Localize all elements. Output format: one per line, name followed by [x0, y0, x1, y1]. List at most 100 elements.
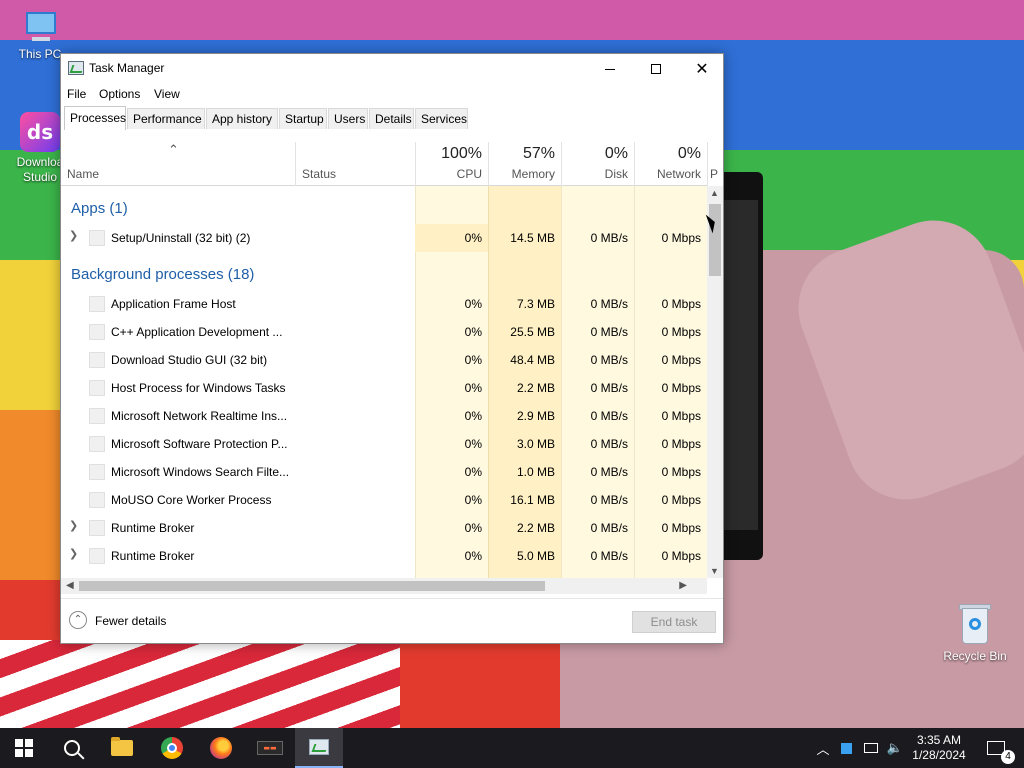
maximize-button[interactable]: [633, 54, 679, 84]
chevron-right-icon[interactable]: ❯: [69, 547, 78, 560]
cpu-value: 0%: [464, 297, 482, 311]
column-name[interactable]: Name: [61, 142, 295, 186]
chevron-up-icon: ︿: [816, 741, 830, 757]
table-row[interactable]: Application Frame Host 0% 7.3 MB 0 MB/s …: [61, 290, 707, 318]
disk-value: 0 MB/s: [590, 325, 628, 339]
column-partial[interactable]: P: [707, 142, 723, 186]
scroll-right-icon[interactable]: ▶: [679, 580, 687, 591]
cpu-value: 0%: [464, 549, 482, 563]
tab-performance[interactable]: Performance: [127, 108, 205, 129]
taskbar-firefox[interactable]: [197, 728, 245, 768]
clock-date: 1/28/2024: [912, 748, 966, 762]
process-icon: [89, 520, 105, 536]
tab-app-history[interactable]: App history: [206, 108, 278, 129]
menu-view[interactable]: View: [154, 87, 180, 101]
taskbar-chrome[interactable]: [148, 728, 196, 768]
table-row[interactable]: ❯ Runtime Broker 0% 5.0 MB 0 MB/s 0 Mbps: [61, 542, 707, 570]
tab-services[interactable]: Services: [415, 108, 468, 129]
disk-value: 0 MB/s: [590, 297, 628, 311]
fewer-details-link[interactable]: Fewer details: [95, 614, 166, 628]
tab-startup[interactable]: Startup: [279, 108, 327, 129]
column-cpu[interactable]: 100% CPU: [415, 142, 488, 186]
chevron-up-icon[interactable]: ⌃: [69, 611, 87, 629]
download-studio-icon: ds: [20, 112, 60, 152]
table-row[interactable]: ❯ Setup/Uninstall (32 bit) (2) 0% 14.5 M…: [61, 224, 707, 252]
process-name: MoUSO Core Worker Process: [111, 493, 272, 507]
process-list[interactable]: Apps (1) ❯ Setup/Uninstall (32 bit) (2) …: [61, 186, 707, 578]
task-manager-window[interactable]: Task Manager ✕ File Options View Process…: [60, 53, 724, 644]
volume-button[interactable]: 🔈: [884, 728, 906, 768]
table-row[interactable]: Download Studio GUI (32 bit) 0% 48.4 MB …: [61, 346, 707, 374]
clock[interactable]: 3:35 AM 1/28/2024: [906, 728, 972, 768]
cpu-value: 0%: [464, 493, 482, 507]
process-icon: [89, 324, 105, 340]
cpu-total: 100%: [441, 145, 482, 162]
process-icon: [89, 464, 105, 480]
network-button[interactable]: [860, 728, 882, 768]
scroll-down-icon[interactable]: ▼: [710, 566, 719, 576]
memory-value: 25.5 MB: [510, 325, 555, 339]
vertical-scrollbar[interactable]: ▲ ▼: [707, 186, 723, 578]
chevron-right-icon[interactable]: ❯: [69, 229, 78, 242]
group-apps: Apps (1): [71, 200, 128, 217]
tab-details[interactable]: Details: [369, 108, 414, 129]
desktop-icon-recycle-bin[interactable]: Recycle Bin: [937, 602, 1013, 663]
scroll-thumb[interactable]: [79, 581, 545, 591]
menu-options[interactable]: Options: [99, 87, 140, 101]
table-row[interactable]: Microsoft Network Realtime Ins... 0% 2.9…: [61, 402, 707, 430]
table-row[interactable]: ❯ Runtime Broker 0% 2.2 MB 0 MB/s 0 Mbps: [61, 514, 707, 542]
memory-value: 14.5 MB: [510, 231, 555, 245]
action-center-button[interactable]: 4: [978, 728, 1015, 768]
process-name: C++ Application Development ...: [111, 325, 283, 339]
start-button[interactable]: [0, 728, 48, 768]
network-value: 0 Mbps: [661, 493, 701, 507]
memory-value: 5.0 MB: [516, 549, 555, 563]
disk-value: 0 MB/s: [590, 465, 628, 479]
footer: ⌃ Fewer details End task: [61, 598, 723, 643]
title-bar[interactable]: Task Manager ✕: [61, 54, 723, 84]
scroll-left-icon[interactable]: ◀: [66, 580, 74, 591]
tab-users[interactable]: Users: [328, 108, 368, 129]
process-name: Microsoft Windows Search Filte...: [111, 465, 290, 479]
disk-value: 0 MB/s: [590, 521, 628, 535]
process-icon: [89, 230, 105, 246]
memory-value: 3.0 MB: [516, 437, 555, 451]
notification-count: 4: [1001, 750, 1015, 764]
tray-app-button[interactable]: [838, 728, 854, 768]
taskbar-app[interactable]: ▬▬: [246, 728, 294, 768]
column-memory[interactable]: 57% Memory: [488, 142, 561, 186]
taskbar-file-explorer[interactable]: [98, 728, 146, 768]
table-row[interactable]: Microsoft Windows Search Filte... 0% 1.0…: [61, 458, 707, 486]
search-button[interactable]: [48, 728, 96, 768]
cpu-value: 0%: [464, 325, 482, 339]
firefox-icon: [210, 737, 232, 759]
end-task-button[interactable]: End task: [632, 611, 716, 633]
background-window[interactable]: [722, 172, 763, 560]
taskbar-task-manager[interactable]: [295, 728, 343, 768]
memory-value: 7.3 MB: [516, 297, 555, 311]
minimize-button[interactable]: [587, 54, 633, 84]
column-status[interactable]: Status: [295, 142, 415, 186]
column-network[interactable]: 0% Network: [634, 142, 707, 186]
window-title: Task Manager: [89, 61, 165, 75]
column-disk[interactable]: 0% Disk: [561, 142, 634, 186]
chevron-right-icon[interactable]: ❯: [69, 519, 78, 532]
tab-processes[interactable]: Processes: [64, 106, 126, 130]
horizontal-scrollbar[interactable]: ◀ ▶: [61, 578, 707, 594]
scroll-up-icon[interactable]: ▲: [710, 188, 719, 198]
table-row[interactable]: Host Process for Windows Tasks 0% 2.2 MB…: [61, 374, 707, 402]
process-name: Microsoft Network Realtime Ins...: [111, 409, 288, 423]
show-hidden-icons-button[interactable]: ︿: [812, 728, 834, 768]
menu-file[interactable]: File: [67, 87, 86, 101]
close-button[interactable]: ✕: [679, 54, 725, 84]
table-row[interactable]: C++ Application Development ... 0% 25.5 …: [61, 318, 707, 346]
cpu-value: 0%: [464, 465, 482, 479]
table-row[interactable]: Microsoft Software Protection P... 0% 3.…: [61, 430, 707, 458]
memory-value: 16.1 MB: [510, 493, 555, 507]
table-row[interactable]: MoUSO Core Worker Process 0% 16.1 MB 0 M…: [61, 486, 707, 514]
menu-bar: File Options View: [61, 84, 723, 104]
task-manager-icon: [309, 739, 329, 755]
process-icon: [89, 436, 105, 452]
maximize-icon: [651, 64, 661, 74]
process-icon: [89, 352, 105, 368]
